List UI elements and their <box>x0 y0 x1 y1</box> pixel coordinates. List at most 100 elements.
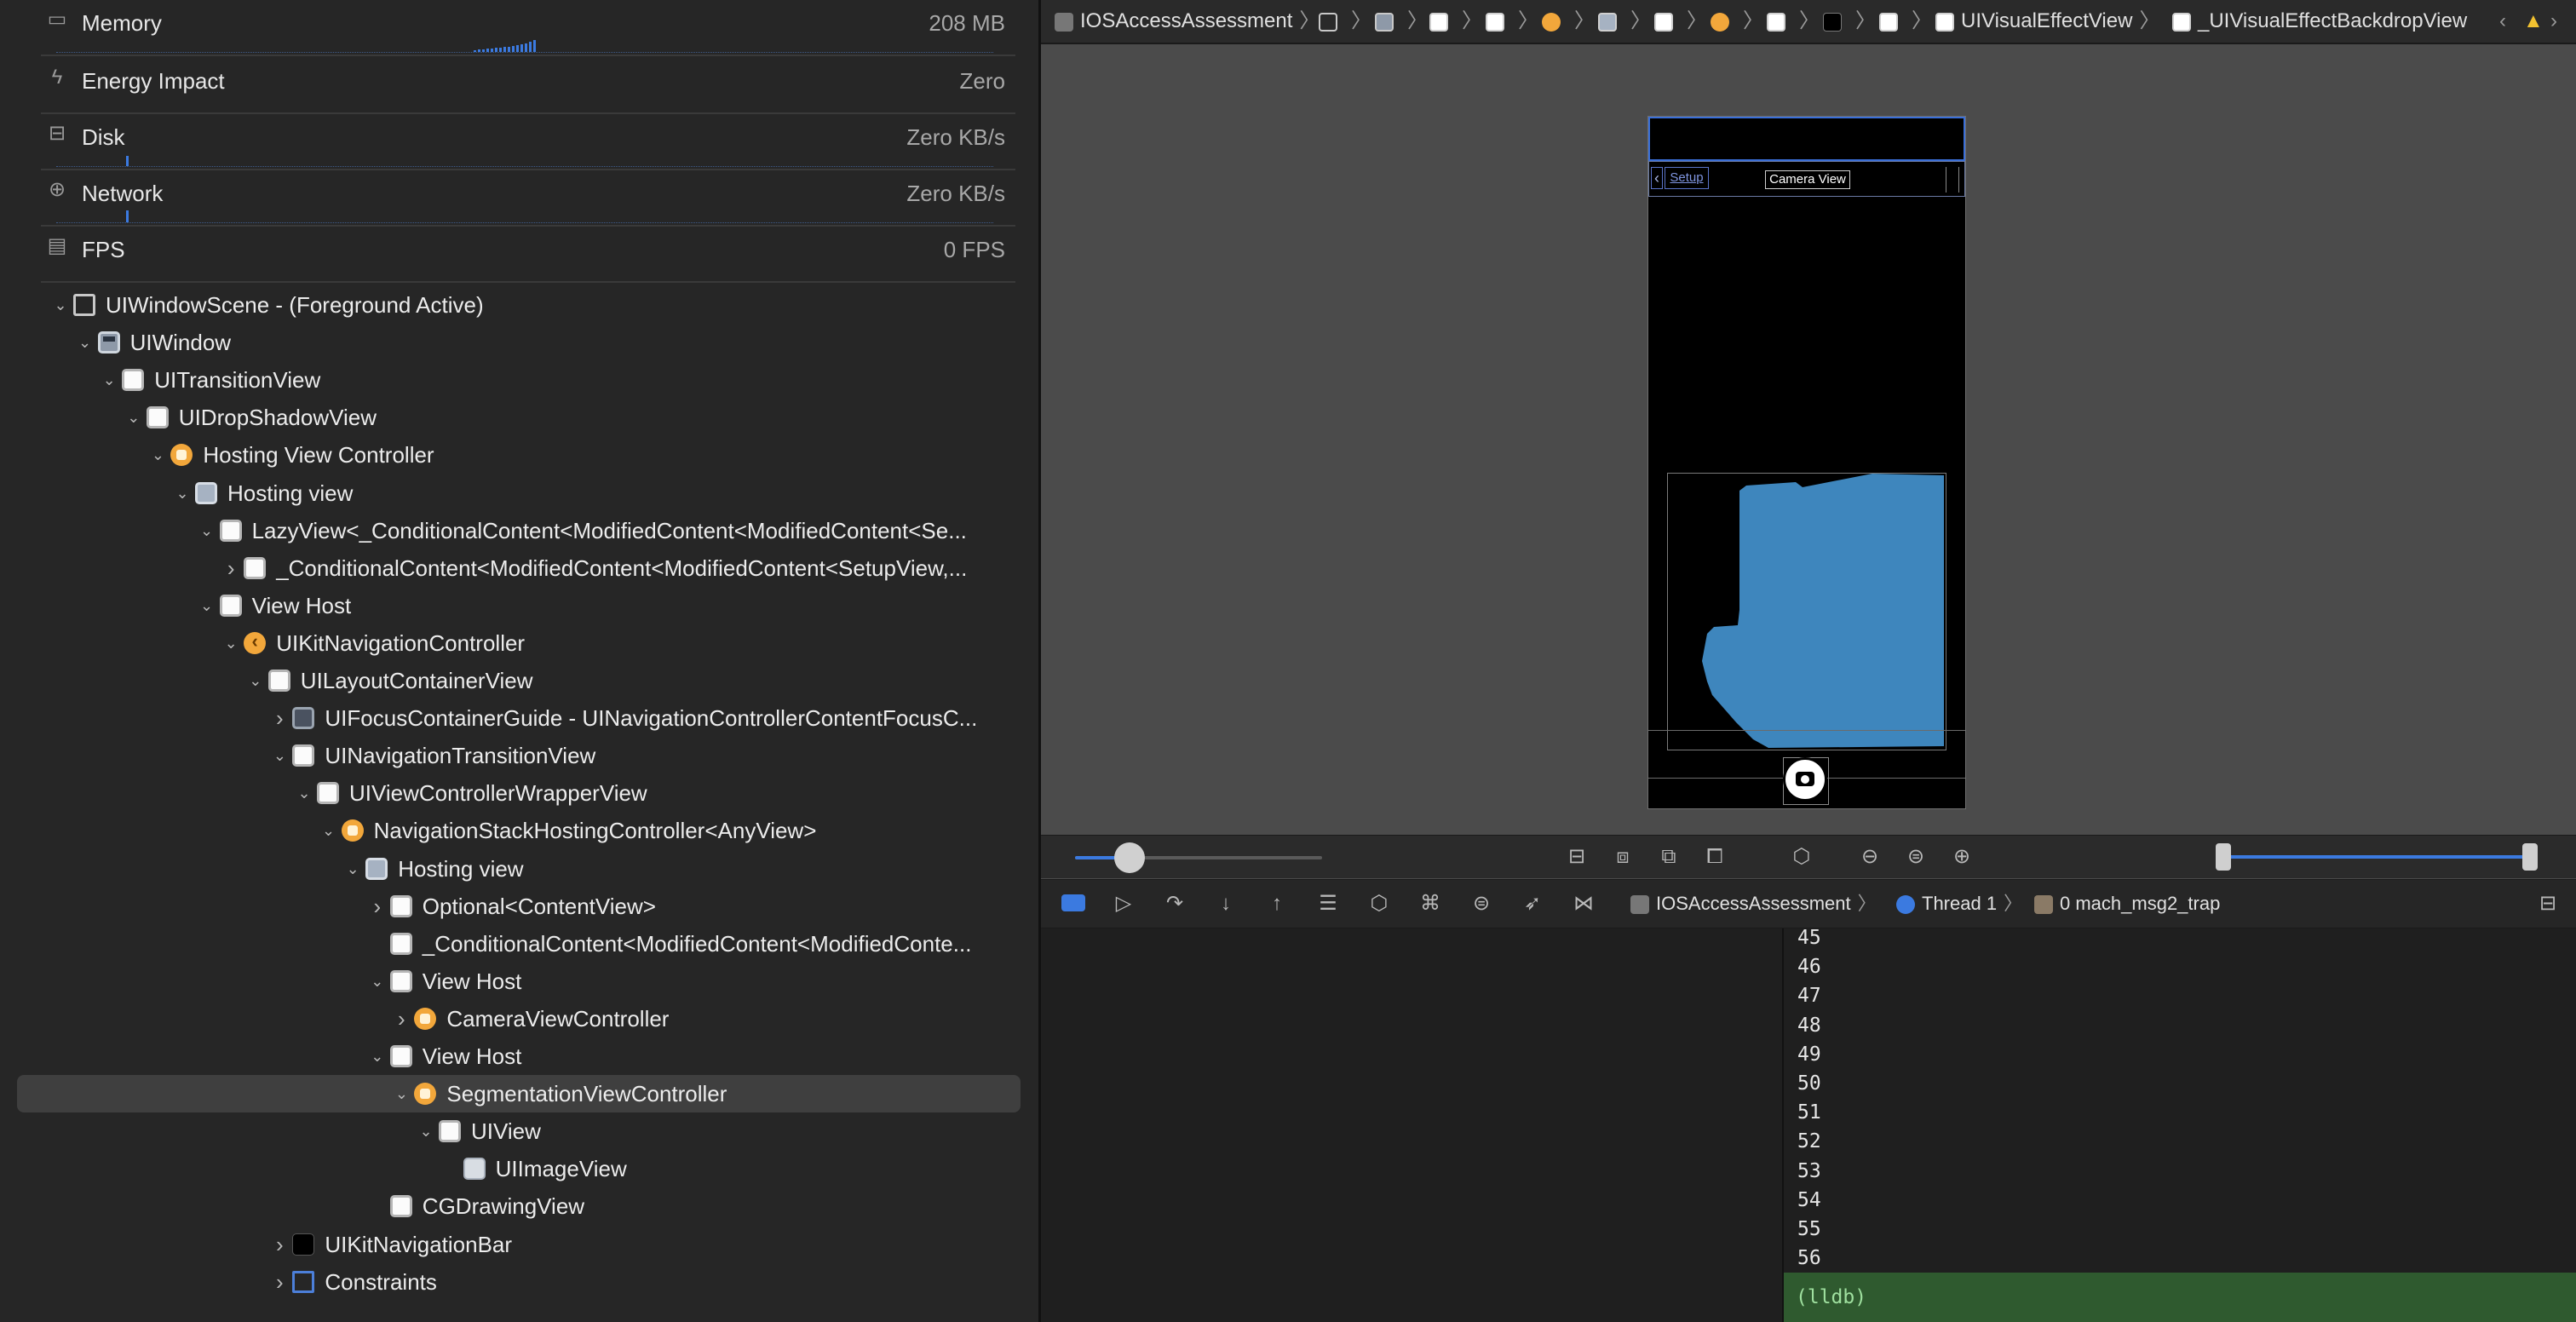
tree-row[interactable]: ⌄ UILayoutContainerView <box>17 662 1021 699</box>
tree-row[interactable]: _ConditionalContent<ModifiedContent<Modi… <box>17 925 1021 963</box>
tree-row[interactable]: › Constraints <box>17 1263 1021 1301</box>
environment-icon[interactable]: ⊜ <box>1469 891 1494 917</box>
back-button-label[interactable]: Setup <box>1665 167 1709 189</box>
tree-row[interactable]: ⌄ LazyView<_ConditionalContent<ModifiedCo… <box>17 512 1021 549</box>
clipped-content-icon[interactable]: ⊟ <box>1564 844 1590 870</box>
crumb-app[interactable]: IOSAccessAssessment 〉 <box>1055 0 1320 43</box>
instruments-icon[interactable]: ⋈ <box>1571 891 1596 917</box>
chevron-down-icon[interactable]: ⌄ <box>51 286 70 324</box>
view-debugger-canvas[interactable]: ‹ Setup Camera View <box>1041 44 2576 835</box>
nav-title[interactable]: Camera View <box>1765 170 1850 189</box>
range-start-handle[interactable] <box>2216 843 2231 871</box>
tree-row[interactable]: › UIFocusContainerGuide - UINavigationCon… <box>17 699 1021 737</box>
zoom-in-icon[interactable]: ⊕ <box>1949 844 1975 870</box>
segmentation-mask[interactable] <box>1668 474 1946 750</box>
step-out-icon[interactable]: ↑ <box>1264 891 1290 917</box>
chevron-down-icon[interactable]: ⌄ <box>343 850 362 888</box>
console-output[interactable]: 45 46 47 48 49 50 51 52 53 54 55 56 (lldb) <box>1784 927 2576 1322</box>
tree-row[interactable]: CGDrawingView <box>17 1187 1021 1225</box>
view-range-slider[interactable] <box>2216 843 2538 871</box>
step-over-icon[interactable]: ↷ <box>1162 891 1187 917</box>
zoom-out-icon[interactable]: ⊖ <box>1857 844 1883 870</box>
variables-view[interactable] <box>1041 928 1782 1322</box>
chevron-down-icon[interactable]: ⌄ <box>295 774 313 812</box>
back-chevron-icon[interactable]: ‹ <box>1651 167 1663 189</box>
view-hierarchy-icon[interactable]: ☰ <box>1315 891 1341 917</box>
chevron-right-icon[interactable]: › <box>368 888 387 925</box>
chevron-right-icon[interactable]: › <box>221 549 240 587</box>
tree-row[interactable]: ⌄ UITransitionView <box>17 361 1021 399</box>
step-into-icon[interactable]: ↓ <box>1213 891 1239 917</box>
crumb-backdrop-view[interactable]: _UIVisualEffectBackdropView <box>2172 0 2467 43</box>
tree-row[interactable]: ⌄ SegmentationViewController <box>17 1075 1021 1113</box>
chevron-down-icon[interactable]: ⌄ <box>221 624 240 662</box>
range-end-handle[interactable] <box>2522 843 2538 871</box>
tree-row[interactable]: ⌄ ‹ UIKitNavigationController <box>17 624 1021 662</box>
tree-row[interactable]: ⌄ UIViewControllerWrapperView <box>17 774 1021 812</box>
crumb-bar-subview[interactable]: 〉 <box>1879 0 1932 43</box>
tree-row[interactable]: › UIKitNavigationBar <box>17 1226 1021 1263</box>
chevron-right-icon[interactable]: › <box>270 1263 289 1301</box>
chevron-right-icon[interactable]: › <box>270 1226 289 1263</box>
gauge-disk[interactable]: ⊟ Disk Zero KB/s <box>41 114 1015 170</box>
crumb-view-host[interactable]: 〉 <box>1654 0 1707 43</box>
location-icon[interactable]: ➶ <box>1520 891 1545 917</box>
orient-3d-icon[interactable]: ⬡ <box>1789 844 1814 870</box>
nav-right-item[interactable] <box>1946 167 1959 193</box>
gauge-energy[interactable]: ϟ Energy Impact Zero <box>41 58 1015 114</box>
crumb-nav-controller[interactable]: 〉 <box>1711 0 1763 43</box>
chevron-down-icon[interactable]: ⌄ <box>246 662 265 699</box>
chevron-down-icon[interactable]: ⌄ <box>270 737 289 774</box>
chevron-down-icon[interactable]: ⌄ <box>198 512 216 549</box>
chevron-down-icon[interactable]: ⌄ <box>173 474 192 512</box>
warning-icon[interactable]: ▲ <box>2523 0 2544 43</box>
tree-row[interactable]: UIImageView <box>17 1150 1021 1187</box>
gauge-memory[interactable]: ▭ Memory 208 MB <box>41 0 1015 56</box>
crumb-navbar[interactable]: 〉 <box>1823 0 1876 43</box>
chevron-down-icon[interactable]: ⌄ <box>124 399 143 436</box>
tree-row[interactable]: › CameraViewController <box>17 1000 1021 1037</box>
camera-shutter-button[interactable] <box>1783 757 1827 802</box>
tree-row[interactable]: ⌄ NavigationStackHostingController<AnyVie… <box>17 812 1021 849</box>
hide-console-icon[interactable]: ⊟ <box>2535 891 2561 917</box>
tree-row[interactable]: ⌄ Hosting view <box>17 850 1021 888</box>
crumb-scene[interactable]: 〉 <box>1319 0 1371 43</box>
device-render[interactable]: ‹ Setup Camera View <box>1647 116 1966 809</box>
chevron-down-icon[interactable]: ⌄ <box>76 324 95 361</box>
memory-graph-icon[interactable]: ⬡ <box>1366 891 1392 917</box>
tree-row[interactable]: ⌄ View Host <box>17 963 1021 1000</box>
chevron-down-icon[interactable]: ⌄ <box>319 812 338 849</box>
previous-issue-icon[interactable]: ‹ <box>2499 0 2506 43</box>
debug-crumb-frame[interactable]: 0 mach_msg2_trap <box>2034 880 2220 928</box>
chevron-down-icon[interactable]: ⌄ <box>148 436 167 474</box>
graph-icon[interactable]: ⌘ <box>1417 891 1443 917</box>
chevron-down-icon[interactable]: ⌄ <box>198 587 216 624</box>
layers-icon[interactable]: ⧉ <box>1656 844 1682 870</box>
tree-row[interactable]: ⌄ UIView <box>17 1112 1021 1150</box>
contents-icon[interactable]: ⧠ <box>1702 844 1728 870</box>
crumb-transition[interactable]: 〉 <box>1429 0 1482 43</box>
chevron-down-icon[interactable]: ⌄ <box>100 361 118 399</box>
tree-row[interactable]: ⌄ View Host <box>17 587 1021 624</box>
spacing-slider-thumb[interactable] <box>1113 842 1145 873</box>
nav-bar-render[interactable]: ‹ Setup Camera View <box>1648 161 1965 197</box>
tree-row[interactable]: ⌄ Hosting View Controller <box>17 436 1021 474</box>
debug-crumb-thread[interactable]: Thread 1 〉 <box>1896 880 2022 928</box>
zoom-actual-icon[interactable]: ⊜ <box>1903 844 1929 870</box>
status-bar-area[interactable] <box>1648 117 1965 161</box>
breakpoints-toggle-icon[interactable] <box>1061 894 1085 911</box>
crumb-hosting-vc[interactable]: 〉 <box>1542 0 1595 43</box>
lldb-prompt[interactable]: (lldb) <box>1784 1273 2576 1322</box>
continue-icon[interactable]: ▷ <box>1111 891 1136 917</box>
debug-crumb-app[interactable]: IOSAccessAssessment 〉 <box>1630 880 1877 928</box>
tree-row[interactable]: ⌄ Hosting view <box>17 474 1021 512</box>
tree-row[interactable]: › Optional<ContentView> <box>17 888 1021 925</box>
gauge-fps[interactable]: ▤ FPS 0 FPS <box>41 227 1015 283</box>
frame-icon[interactable]: ⧈ <box>1610 844 1636 870</box>
chevron-down-icon[interactable]: ⌄ <box>392 1075 411 1112</box>
spacing-slider[interactable] <box>1075 842 1322 873</box>
crumb-hosting-view[interactable]: 〉 <box>1598 0 1651 43</box>
tree-row[interactable]: › _ConditionalContent<ModifiedContent<Mod… <box>17 549 1021 587</box>
chevron-down-icon[interactable]: ⌄ <box>368 1037 387 1075</box>
chevron-down-icon[interactable]: ⌄ <box>417 1112 435 1150</box>
